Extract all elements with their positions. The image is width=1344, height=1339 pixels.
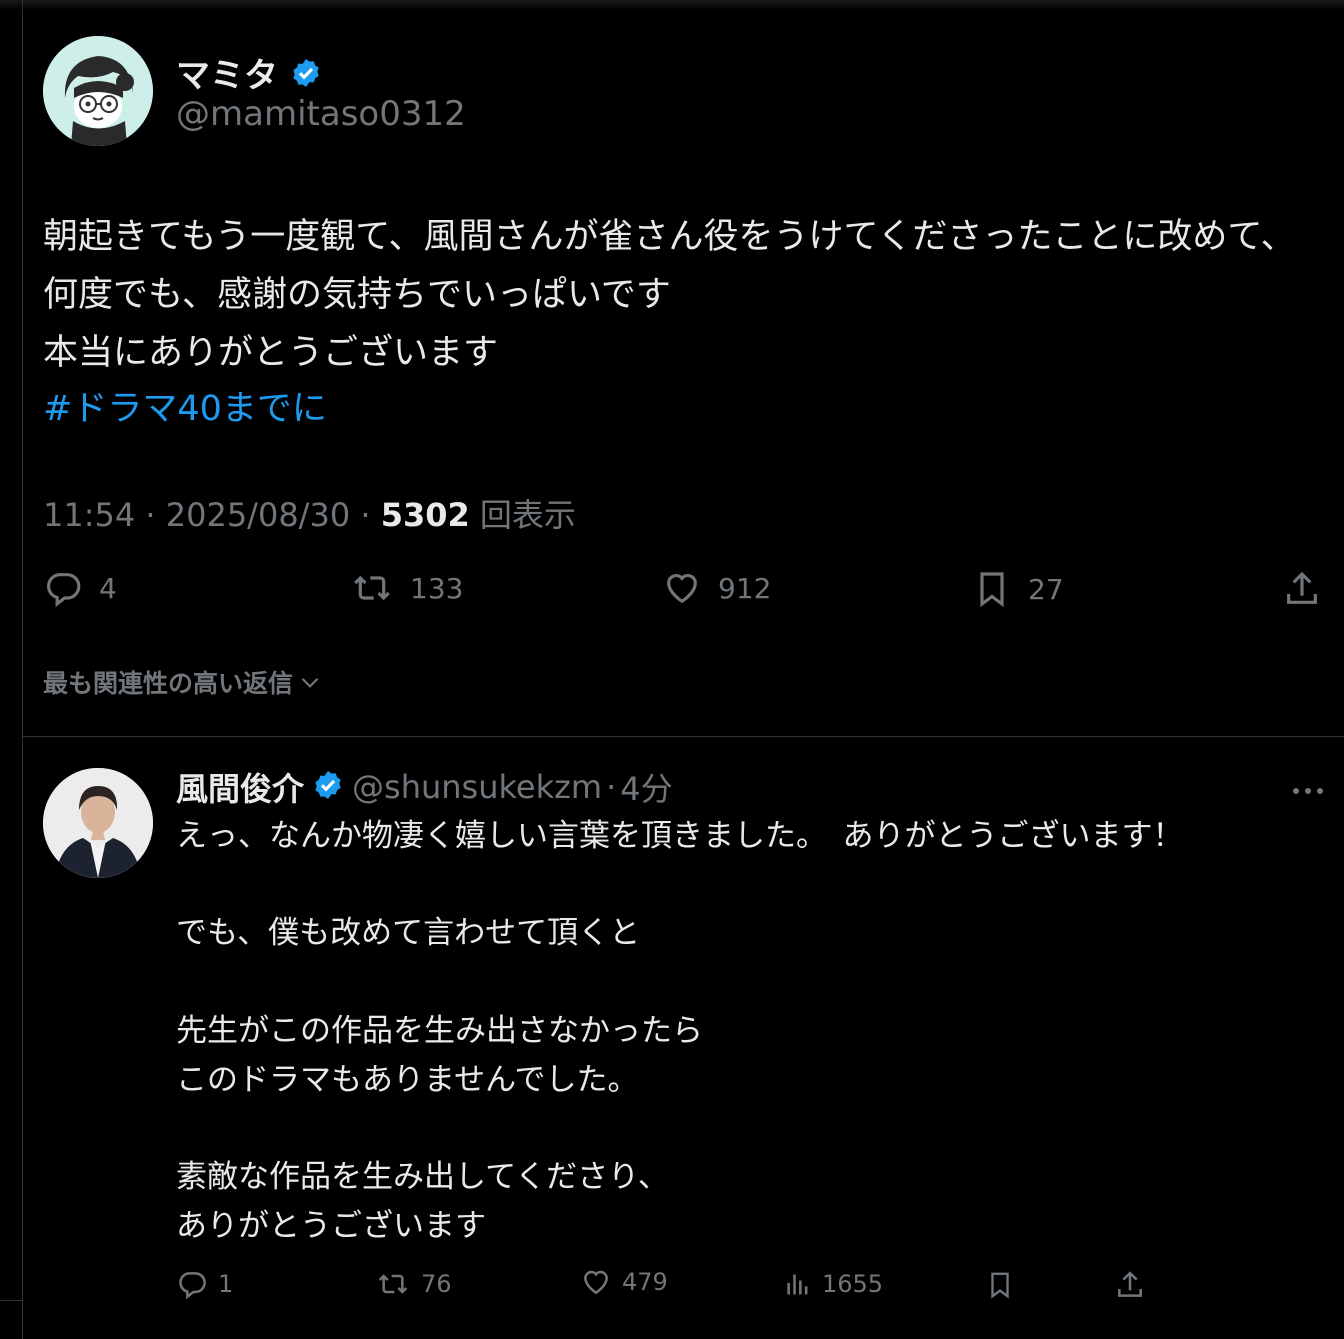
author-handle[interactable]: @mamitaso0312 [176, 94, 466, 134]
retweet-icon [354, 575, 390, 601]
reply-reply-button[interactable]: 1 [176, 1268, 233, 1300]
share-icon [1287, 571, 1317, 604]
like-button[interactable]: 912 [662, 568, 771, 608]
hashtag-link[interactable]: #ドラマ40までに [43, 380, 327, 438]
reply-reply-count: 1 [218, 1270, 234, 1298]
bookmark-button[interactable]: 27 [972, 568, 1064, 610]
reply-text: えっ、なんか物凄く嬉しい言葉を頂きました。 ありがとうございます！ でも、僕も改… [176, 818, 1184, 1244]
reply-icon [47, 573, 81, 608]
separator: · [606, 768, 617, 806]
reply-like-button[interactable]: 479 [580, 1266, 668, 1298]
timeline-border [22, 0, 23, 1339]
more-icon [1293, 788, 1323, 794]
view-count: 5302 [380, 496, 470, 534]
reply-bookmark-button[interactable] [985, 1268, 1015, 1302]
reply-icon [179, 1272, 206, 1300]
share-icon [1118, 1271, 1142, 1297]
divider [23, 736, 1344, 737]
retweet-count: 133 [410, 571, 464, 605]
views-icon [787, 1274, 808, 1295]
reply-author-name[interactable]: 風間俊介 [176, 764, 304, 810]
sort-label: 最も関連性の高い返信 [43, 669, 294, 698]
reply-views-button[interactable]: 1655 [784, 1268, 883, 1300]
bookmark-icon [991, 1272, 1009, 1299]
verified-badge-icon [290, 57, 322, 98]
separator: · [360, 496, 381, 534]
reply-retweet-button[interactable]: 76 [375, 1268, 452, 1300]
bookmark-icon [980, 572, 1004, 608]
bookmark-count: 27 [1028, 572, 1064, 606]
reply-header: 風間俊介 @shunsukekzm · 4分 [176, 764, 673, 810]
tweet-meta: 11:54 · 2025/08/30 · 5302 回表示 [43, 490, 576, 536]
chevron-down-icon [301, 677, 319, 688]
reply-author-handle[interactable]: @shunsukekzm [352, 768, 602, 806]
tweet-text: 朝起きてもう一度観て、風間さんが雀さん役をうけてくださったことに改めて、何度でも… [43, 217, 1296, 373]
reply-retweet-count: 76 [421, 1270, 452, 1298]
retweet-button[interactable]: 133 [350, 568, 463, 608]
reply-share-button[interactable] [1114, 1268, 1146, 1302]
sort-replies-dropdown[interactable]: 最も関連性の高い返信 [43, 664, 323, 700]
reply-button[interactable]: 4 [43, 568, 117, 608]
reply-count: 4 [99, 571, 117, 605]
top-edge [0, 0, 1344, 10]
retweet-icon [378, 1274, 408, 1294]
tweet-date[interactable]: 2025/08/30 [166, 496, 350, 534]
reply-avatar[interactable] [43, 768, 153, 878]
divider [0, 1300, 23, 1301]
reply-like-count: 479 [622, 1268, 668, 1296]
reply-time[interactable]: 4分 [620, 764, 672, 810]
avatar[interactable] [43, 36, 153, 146]
like-icon [667, 573, 697, 604]
share-button[interactable] [1282, 568, 1322, 610]
like-icon [584, 1270, 608, 1295]
reply-view-count: 1655 [822, 1270, 884, 1298]
verified-badge-icon [312, 769, 344, 805]
author-name-text[interactable]: マミタ [176, 56, 278, 96]
view-label: 回表示 [479, 496, 576, 534]
tweet-time[interactable]: 11:54 [43, 496, 135, 534]
like-count: 912 [718, 571, 772, 605]
more-button[interactable] [1292, 780, 1324, 799]
separator: · [145, 496, 166, 534]
author-name[interactable]: マミタ [176, 48, 322, 98]
